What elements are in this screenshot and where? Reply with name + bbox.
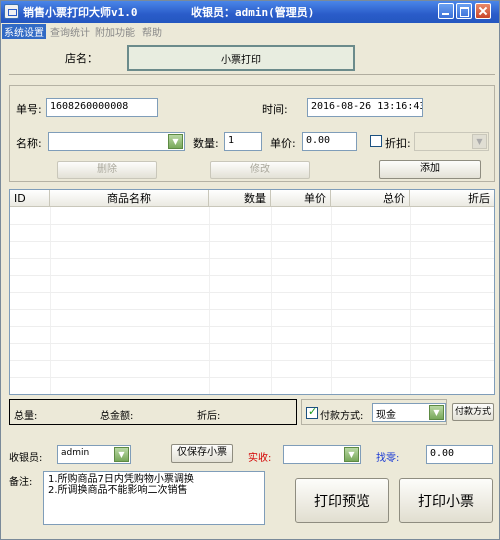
- grid-line: [10, 326, 494, 327]
- order-number-field[interactable]: 1608260000008: [46, 98, 158, 117]
- cashier-info: 收银员：admin(管理员): [191, 6, 315, 19]
- modify-button[interactable]: 修改: [210, 161, 310, 179]
- order-number-label: 单号:: [16, 103, 42, 116]
- memo-textarea[interactable]: 1.所购商品7日内凭购物小票调换 2.所调换商品不能影响二次销售: [43, 471, 265, 525]
- menu-system-settings[interactable]: 系统设置: [2, 24, 46, 39]
- grid-line: [10, 343, 494, 344]
- store-name-field[interactable]: 小票打印: [127, 45, 355, 71]
- grid-line: [271, 207, 272, 394]
- grid-line: [10, 309, 494, 310]
- footer-cashier-value: admin: [61, 448, 90, 458]
- payment-group: 付款方式: 现金 ▼: [301, 399, 447, 425]
- column-header-discounted[interactable]: 折后: [410, 190, 494, 207]
- grid-line: [10, 360, 494, 361]
- footer-cashier-combo[interactable]: admin ▼: [57, 445, 131, 464]
- close-icon[interactable]: [475, 3, 491, 19]
- column-header-unit-price[interactable]: 单价: [271, 190, 331, 207]
- grid-line: [10, 224, 494, 225]
- discount-checkbox[interactable]: [370, 135, 382, 147]
- grid-line: [10, 241, 494, 242]
- payment-method-button[interactable]: 付款方式: [452, 403, 494, 421]
- change-label: 找零:: [376, 453, 400, 464]
- unit-price-label: 单价:: [270, 137, 296, 150]
- column-header-product-name[interactable]: 商品名称: [50, 190, 209, 207]
- column-header-total-price[interactable]: 总价: [331, 190, 410, 207]
- main-window: 销售小票打印大师v1.0 收银员：admin(管理员) 系统设置 查询统计 附加…: [0, 0, 500, 540]
- unit-price-field[interactable]: 0.00: [302, 132, 357, 151]
- menu-extra-features[interactable]: 附加功能: [95, 24, 135, 39]
- save-only-button[interactable]: 仅保存小票: [171, 444, 233, 463]
- grid-line: [10, 275, 494, 276]
- grid-line: [10, 292, 494, 293]
- add-button[interactable]: 添加: [379, 160, 481, 179]
- grid-line: [10, 258, 494, 259]
- chevron-down-icon[interactable]: ▼: [429, 405, 444, 420]
- total-quantity-label: 总量:: [14, 411, 38, 422]
- footer-cashier-label: 收银员:: [9, 453, 43, 464]
- time-field[interactable]: 2016-08-26 13:16:43: [307, 98, 423, 117]
- menu-bar: 系统设置 查询统计 附加功能 帮助: [1, 23, 499, 39]
- chevron-down-icon[interactable]: ▼: [472, 134, 487, 149]
- product-name-combo[interactable]: ▼: [48, 132, 185, 151]
- store-name-label: 店名：: [65, 52, 98, 65]
- discount-label: 折扣:: [385, 137, 411, 150]
- minimize-icon[interactable]: [438, 3, 454, 19]
- payment-method-value: 现金: [376, 410, 396, 421]
- summary-bar: 总量: 总金额: 折后:: [9, 399, 297, 425]
- column-header-quantity[interactable]: 数量: [209, 190, 271, 207]
- items-table[interactable]: ID 商品名称 数量 单价 总价 折后: [9, 189, 495, 395]
- discount-combo[interactable]: ▼: [414, 132, 489, 151]
- memo-label: 备注:: [9, 477, 33, 488]
- memo-line: 1.所购商品7日内凭购物小票调换: [48, 474, 194, 485]
- grid-line: [410, 207, 411, 394]
- chevron-down-icon[interactable]: ▼: [168, 134, 183, 149]
- print-preview-button[interactable]: 打印预览: [295, 478, 389, 523]
- received-amount-combo[interactable]: ▼: [283, 445, 361, 464]
- time-label: 时间:: [262, 103, 288, 116]
- payment-method-checkbox[interactable]: [306, 405, 318, 419]
- chevron-down-icon[interactable]: ▼: [114, 447, 129, 462]
- menu-help[interactable]: 帮助: [142, 24, 162, 39]
- quantity-label: 数量:: [193, 137, 219, 150]
- memo-line: 2.所调换商品不能影响二次销售: [48, 485, 188, 496]
- delete-button[interactable]: 删除: [57, 161, 157, 179]
- window-title: 销售小票打印大师v1.0: [23, 6, 138, 19]
- title-bar[interactable]: 销售小票打印大师v1.0 收银员：admin(管理员): [1, 1, 499, 23]
- total-amount-label: 总金额:: [100, 411, 134, 422]
- grid-line: [10, 377, 494, 378]
- received-label: 实收:: [248, 453, 272, 464]
- grid-line: [331, 207, 332, 394]
- print-receipt-button[interactable]: 打印小票: [399, 478, 493, 523]
- grid-line: [50, 207, 51, 394]
- quantity-field[interactable]: 1: [224, 132, 262, 151]
- grid-line: [209, 207, 210, 394]
- menu-query-stats[interactable]: 查询统计: [50, 24, 90, 39]
- maximize-icon[interactable]: [456, 3, 472, 19]
- table-header: ID 商品名称 数量 单价 总价 折后: [10, 190, 494, 207]
- payment-method-combo[interactable]: 现金 ▼: [372, 403, 446, 422]
- store-panel: 店名： 小票打印: [9, 41, 495, 75]
- column-header-id[interactable]: ID: [10, 190, 50, 207]
- entry-group: 单号: 1608260000008 时间: 2016-08-26 13:16:4…: [9, 85, 495, 182]
- chevron-down-icon[interactable]: ▼: [344, 447, 359, 462]
- app-icon: [4, 4, 19, 19]
- payment-method-label: 付款方式:: [320, 411, 364, 422]
- change-field[interactable]: 0.00: [426, 445, 493, 464]
- discounted-total-label: 折后:: [197, 411, 221, 422]
- product-name-label: 名称:: [16, 137, 42, 150]
